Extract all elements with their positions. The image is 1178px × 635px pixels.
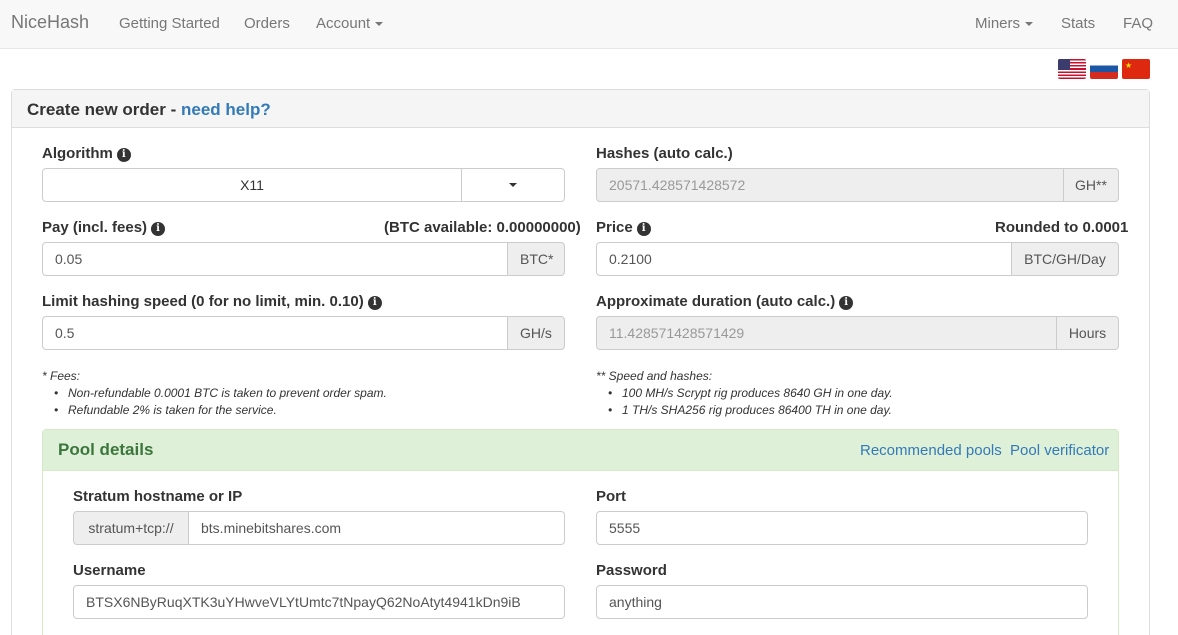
nav-account-label: Account: [316, 15, 371, 32]
brand-logo[interactable]: NiceHash: [11, 12, 89, 33]
hashes-label: Hashes (auto calc.): [596, 145, 733, 162]
stratum-host-input[interactable]: bts.minebitshares.com: [188, 511, 565, 545]
top-navbar: NiceHash Getting Started Orders Account …: [0, 0, 1178, 49]
speed-note: ** Speed and hashes: 100 MH/s Scrypt rig…: [596, 368, 1116, 419]
us-flag-icon[interactable]: [1058, 59, 1086, 79]
info-icon[interactable]: i: [116, 148, 131, 162]
us-flag-canton: [1058, 59, 1070, 70]
nav-orders[interactable]: Orders: [244, 15, 290, 32]
chevron-down-icon: [1025, 22, 1034, 27]
china-flag-star: ★: [1125, 61, 1133, 70]
limit-label-text: Limit hashing speed (0 for no limit, min…: [42, 293, 364, 310]
russia-flag-icon[interactable]: [1090, 59, 1118, 79]
btc-available: (BTC available: 0.00000000): [384, 219, 581, 236]
limit-speed-input[interactable]: 0.5: [42, 316, 508, 350]
nav-stats[interactable]: Stats: [1061, 15, 1095, 32]
nav-account-dropdown[interactable]: Account: [316, 15, 384, 32]
algorithm-dropdown-toggle[interactable]: [461, 169, 564, 201]
price-label-text: Price: [596, 219, 633, 236]
fees-note: * Fees: Non-refundable 0.0001 BTC is tak…: [42, 368, 562, 419]
speed-note-item: 100 MH/s Scrypt rig produces 8640 GH in …: [622, 385, 1116, 402]
need-help-link[interactable]: need help?: [181, 100, 271, 119]
stratum-host-label: Stratum hostname or IP: [73, 488, 243, 505]
nav-getting-started[interactable]: Getting Started: [119, 15, 220, 32]
duration-label-text: Approximate duration (auto calc.): [596, 293, 836, 310]
port-label: Port: [596, 488, 626, 505]
port-input[interactable]: 5555: [596, 511, 1088, 545]
price-input[interactable]: 0.2100: [596, 242, 1012, 276]
username-input[interactable]: BTSX6NByRuqXTK3uYHwveVLYtUmtc7tNpayQ62No…: [73, 585, 565, 619]
pool-verificator-link[interactable]: Pool verificator: [1010, 442, 1109, 459]
password-input[interactable]: anything: [596, 585, 1088, 619]
hashes-unit-addon: GH**: [1063, 168, 1119, 202]
algorithm-label: Algorithm i: [42, 145, 131, 162]
chevron-down-icon: [375, 22, 384, 27]
limit-label: Limit hashing speed (0 for no limit, min…: [42, 293, 382, 310]
pool-details-title: Pool details: [58, 440, 154, 459]
limit-unit-addon: GH/s: [507, 316, 565, 350]
btc-available-close: ): [575, 219, 581, 236]
nav-faq[interactable]: FAQ: [1123, 15, 1153, 32]
algorithm-select[interactable]: X11: [42, 168, 565, 202]
speed-note-item: 1 TH/s SHA256 rig produces 86400 TH in o…: [622, 402, 1116, 419]
fees-note-title: * Fees:: [42, 369, 81, 383]
pay-label-text: Pay (incl. fees): [42, 219, 148, 236]
recommended-pools-link[interactable]: Recommended pools: [860, 442, 1002, 459]
panel-title: Create new order - need help?: [27, 100, 271, 120]
stratum-prefix-addon: stratum+tcp://: [73, 511, 189, 545]
nav-miners-label: Miners: [975, 15, 1021, 32]
price-rounded-note: Rounded to 0.0001: [995, 219, 1129, 236]
info-icon[interactable]: i: [839, 296, 854, 310]
chevron-down-icon: [509, 183, 517, 187]
panel-heading: Create new order - need help?: [12, 90, 1149, 128]
btc-available-label: (BTC available:: [384, 219, 497, 236]
pay-label: Pay (incl. fees) i: [42, 219, 166, 236]
duration-label: Approximate duration (auto calc.) i: [596, 293, 854, 310]
info-icon[interactable]: i: [151, 222, 166, 236]
price-label: Price i: [596, 219, 651, 236]
price-unit-addon: BTC/GH/Day: [1011, 242, 1119, 276]
pool-details-heading: Pool details Recommended pools Pool veri…: [43, 430, 1118, 471]
info-icon[interactable]: i: [367, 296, 382, 310]
duration-unit-addon: Hours: [1056, 316, 1119, 350]
duration-input: 11.428571428571429: [596, 316, 1057, 350]
china-flag-icon[interactable]: ★: [1122, 59, 1150, 79]
password-label: Password: [596, 562, 667, 579]
fees-note-item: Non-refundable 0.0001 BTC is taken to pr…: [68, 385, 562, 402]
pay-input[interactable]: 0.05: [42, 242, 508, 276]
panel-title-text: Create new order -: [27, 100, 181, 119]
speed-note-title: ** Speed and hashes:: [596, 369, 713, 383]
username-label: Username: [73, 562, 146, 579]
btc-available-value: 0.00000000: [496, 219, 576, 236]
fees-note-item: Refundable 2% is taken for the service.: [68, 402, 562, 419]
algorithm-label-text: Algorithm: [42, 145, 113, 162]
info-icon[interactable]: i: [636, 222, 651, 236]
hashes-input: 20571.428571428572: [596, 168, 1064, 202]
algorithm-selected-value: X11: [240, 177, 264, 193]
pay-unit-addon: BTC*: [507, 242, 565, 276]
nav-miners-dropdown[interactable]: Miners: [975, 15, 1034, 32]
